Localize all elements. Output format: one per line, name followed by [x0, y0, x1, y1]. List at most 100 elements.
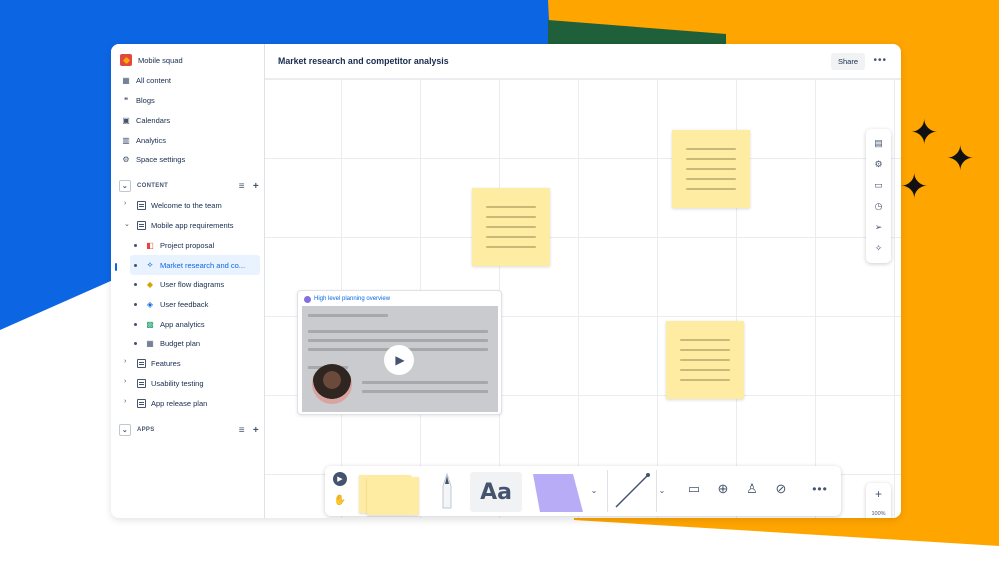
bullet-icon: [134, 243, 137, 247]
page-icon: [137, 378, 146, 388]
table-icon: ▦: [146, 338, 154, 348]
space-name: Mobile squad: [138, 55, 183, 65]
chevron-down-icon[interactable]: ⌄: [589, 480, 599, 500]
link-icon[interactable]: ⊘: [772, 480, 790, 498]
sticky-note[interactable]: [472, 188, 550, 266]
share-button[interactable]: Share: [830, 53, 865, 70]
stamp-icon[interactable]: ♙: [743, 480, 761, 498]
play-icon[interactable]: ▶: [333, 472, 347, 486]
tree-item-label: Welcome to the team: [151, 200, 222, 210]
chevron-down-icon[interactable]: ⌄: [124, 220, 130, 228]
tree-item-label: Usability testing: [151, 378, 204, 388]
tree-item-usability-testing[interactable]: Usability testing: [137, 373, 204, 393]
whiteboard-icon: ⟡: [147, 260, 153, 269]
tree-item-app-release-plan[interactable]: App release plan: [137, 393, 207, 413]
sidebar-item-label: Analytics: [136, 135, 167, 145]
zoom-level: 100%: [871, 511, 886, 517]
sidebar-item-space-settings[interactable]: ⚙ Space settings: [121, 149, 185, 169]
more-options-icon[interactable]: •••: [873, 55, 887, 66]
page-icon: [137, 358, 146, 368]
bullet-icon: [134, 341, 137, 345]
chevron-right-icon[interactable]: ›: [124, 398, 126, 405]
sparkle-icon: ✦: [946, 139, 975, 179]
hand-icon[interactable]: ✋: [333, 493, 347, 507]
spreadsheet-icon: ▩: [146, 319, 154, 329]
video-embed-card[interactable]: High level planning overview ▶: [297, 290, 502, 415]
miro-icon: ◆: [146, 279, 154, 289]
quote-icon: ❝: [123, 95, 129, 105]
tree-item-mobile-app-requirements[interactable]: Mobile app requirements: [137, 215, 234, 235]
marker-tool[interactable]: [435, 468, 459, 514]
chevron-down-icon[interactable]: ⌄: [119, 180, 131, 192]
sidebar-item-label: Blogs: [136, 95, 155, 105]
tree-item-label: User flow diagrams: [160, 279, 225, 289]
page-icon: [137, 200, 146, 210]
bullet-icon: [134, 322, 137, 326]
sidebar-item-analytics[interactable]: ▥ Analytics: [121, 130, 166, 150]
filter-icon[interactable]: ≡: [239, 425, 245, 436]
gear-icon: ⚙: [122, 154, 130, 164]
gear-icon[interactable]: ⚙: [874, 159, 882, 170]
tree-item-budget-plan[interactable]: ▦ Budget plan: [134, 333, 200, 353]
section-label: CONTENT: [137, 183, 169, 189]
section-label: APPS: [137, 427, 155, 433]
feedback-icon: ◈: [146, 299, 154, 309]
tree-item-label: Features: [151, 358, 181, 368]
video-player[interactable]: ▶: [302, 306, 498, 412]
chevron-down-icon[interactable]: ⌄: [119, 424, 131, 436]
sticky-note[interactable]: [666, 321, 744, 399]
slides-icon: ◧: [146, 240, 154, 250]
zoom-in-button[interactable]: +: [875, 487, 882, 501]
tree-item-user-feedback[interactable]: ◈ User feedback: [134, 294, 208, 314]
add-icon[interactable]: +: [253, 181, 259, 192]
chevron-right-icon[interactable]: ›: [124, 358, 126, 365]
sticky-note-tool[interactable]: [357, 472, 423, 516]
folder-icon[interactable]: ▭: [685, 480, 703, 498]
active-indicator: [115, 263, 117, 271]
right-tool-rail: ▤ ⚙ ▭ ◷ ➢ ✧: [866, 129, 891, 263]
comment-icon[interactable]: ▤: [874, 138, 883, 149]
sparkle-icon: ✦: [900, 167, 929, 207]
shape-tool[interactable]: [529, 474, 587, 512]
bar-chart-icon: ▥: [122, 135, 130, 145]
line-tool[interactable]: [607, 470, 657, 512]
sidebar-item-calendars[interactable]: ▣ Calendars: [121, 110, 170, 130]
page-header: Market research and competitor analysis …: [265, 44, 901, 79]
sidebar-item-all-content[interactable]: ▦ All content: [121, 70, 171, 90]
loom-icon: [304, 296, 311, 303]
filter-icon[interactable]: ≡: [239, 181, 245, 192]
add-icon[interactable]: +: [253, 425, 259, 436]
card-icon[interactable]: ▭: [874, 180, 883, 191]
play-icon[interactable]: ▶: [384, 345, 414, 375]
bottom-toolbar: ▶ ✋ Aa ⌄ ⌄ ▭ ⊕ ♙ ⊘ •••: [325, 466, 841, 516]
bullet-icon: [134, 263, 137, 267]
tree-item-features[interactable]: Features: [137, 353, 181, 373]
page-title: Market research and competitor analysis: [278, 56, 449, 66]
tree-item-label: User feedback: [160, 299, 209, 309]
grid-icon: ▦: [122, 75, 130, 85]
chevron-right-icon[interactable]: ›: [124, 200, 126, 207]
tree-item-market-research[interactable]: ⟡ Market research and co...: [130, 255, 260, 275]
sidebar-item-blogs[interactable]: ❝ Blogs: [121, 90, 155, 110]
tree-item-label: App release plan: [151, 398, 208, 408]
sticky-note[interactable]: [672, 130, 750, 208]
tree-item-project-proposal[interactable]: ◧ Project proposal: [134, 235, 214, 255]
sidebar-item-label: Space settings: [136, 154, 186, 164]
whiteboard-canvas[interactable]: High level planning overview ▶ ▤ ⚙ ▭ ◷ ➢…: [265, 79, 901, 518]
search-plus-icon[interactable]: ⊕: [714, 480, 732, 498]
more-tools-icon[interactable]: •••: [809, 480, 831, 498]
page-icon: [137, 220, 146, 230]
chevron-down-icon[interactable]: ⌄: [657, 480, 667, 500]
bullet-icon: [134, 302, 137, 306]
chevron-right-icon[interactable]: ›: [124, 378, 126, 385]
sidebar: Mobile squad ▦ All content ❝ Blogs ▣ Cal…: [111, 44, 265, 518]
tree-item-welcome[interactable]: Welcome to the team: [137, 195, 222, 215]
ai-spark-icon[interactable]: ✧: [875, 243, 883, 254]
tree-item-label: Market research and co...: [160, 260, 246, 270]
cursor-icon[interactable]: ➢: [875, 222, 883, 233]
space-header[interactable]: Mobile squad: [120, 50, 183, 70]
tree-item-app-analytics[interactable]: ▩ App analytics: [134, 314, 205, 334]
timer-icon[interactable]: ◷: [875, 201, 883, 212]
tree-item-user-flow-diagrams[interactable]: ◆ User flow diagrams: [134, 274, 224, 294]
text-tool[interactable]: Aa: [470, 472, 522, 512]
